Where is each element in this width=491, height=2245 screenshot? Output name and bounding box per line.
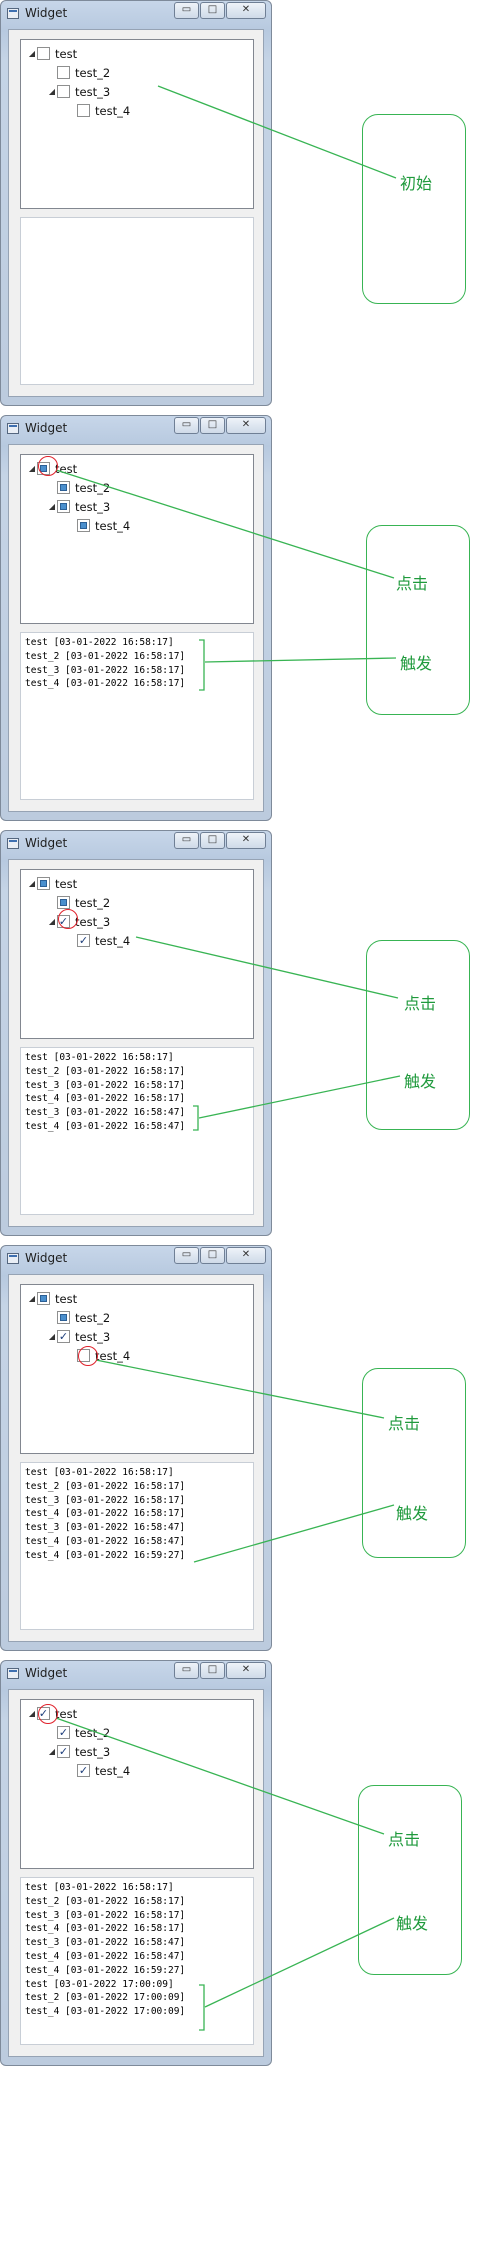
annotation-label: 触发: [404, 1072, 437, 1091]
annotation-connector: [95, 1359, 385, 1419]
click-highlight-circle: [78, 1346, 98, 1366]
log-bracket: [193, 1105, 199, 1131]
annotation-connector: [135, 936, 399, 999]
annotation-box: [366, 940, 470, 1130]
click-highlight-circle: [38, 456, 58, 476]
log-bracket: [199, 639, 205, 691]
annotation-label: 触发: [400, 654, 433, 673]
click-highlight-circle: [58, 909, 78, 929]
annotation-label: 初始: [400, 174, 433, 193]
annotation-label: 点击: [388, 1414, 421, 1433]
annotation-label: 触发: [396, 1914, 429, 1933]
log-bracket: [199, 1984, 205, 2031]
annotation-connector: [55, 1717, 385, 1835]
annotation-box: [362, 114, 466, 304]
annotation-box: [358, 1785, 462, 1975]
click-highlight-circle: [38, 1704, 58, 1724]
annotation-connector: [157, 85, 397, 179]
annotation-label: 点击: [396, 574, 429, 593]
annotation-box: [362, 1368, 466, 1558]
annotation-label: 触发: [396, 1504, 429, 1523]
annotation-label: 点击: [404, 994, 437, 1013]
annotation-connector: [55, 469, 395, 579]
annotation-label: 点击: [388, 1830, 421, 1849]
annotation-box: [366, 525, 470, 715]
